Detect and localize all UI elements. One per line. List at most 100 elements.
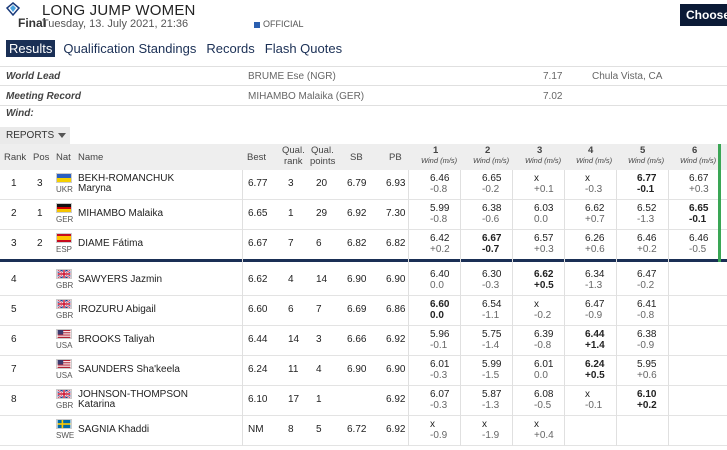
col-attempt-5[interactable]: 5	[640, 145, 645, 156]
qual-points-cell: 7	[316, 304, 322, 315]
rank-cell: 5	[11, 304, 17, 315]
col-attempt-2[interactable]: 2	[485, 145, 490, 156]
attempt-mark: 6.07	[430, 389, 450, 400]
attempt-mark: 5.99	[430, 203, 450, 214]
attempt-wind: -0.1	[585, 400, 603, 411]
col-pos[interactable]: Pos	[33, 152, 49, 163]
choose-button[interactable]: Choose	[680, 4, 727, 26]
attempt-mark: x	[534, 173, 539, 184]
attempt-mark: 6.40	[430, 269, 450, 280]
attempt-mark: 6.46	[430, 173, 450, 184]
col-nat[interactable]: Nat	[56, 152, 71, 163]
tab-results[interactable]: Results	[6, 40, 56, 57]
official-square-icon	[254, 21, 260, 28]
attempt-wind: -0.1	[430, 340, 448, 351]
qual-rank-cell: 1	[288, 208, 294, 219]
medal-separator	[0, 259, 727, 262]
col-wind-label: Wind (m/s)	[680, 156, 717, 165]
athlete-name[interactable]: SAGNIA Khaddi	[78, 424, 149, 435]
col-pb[interactable]: PB	[389, 152, 402, 163]
tab-bar: Results Qualification Standings Records Fla…	[6, 40, 350, 58]
official-badge: OFFICIAL	[254, 19, 304, 29]
athlete-name[interactable]: IROZURU Abigail	[78, 304, 156, 315]
nation-code: GBR	[56, 311, 74, 320]
flag-gbr-icon	[56, 269, 72, 279]
sb-cell: 6.72	[347, 424, 367, 435]
attempt-mark: 6.67	[482, 233, 502, 244]
col-qual-rank-line1[interactable]: Qual.	[282, 145, 305, 156]
pos-cell: 3	[37, 178, 43, 189]
rank-cell: 6	[11, 334, 17, 345]
col-best[interactable]: Best	[247, 152, 266, 163]
col-attempt-1[interactable]: 1	[433, 145, 438, 156]
table-row: 3 2 ESP DIAME Fátima 6.67 7 6 6.82 6.82 6.42 +0.2 6…	[0, 230, 727, 259]
tab-records[interactable]: Records	[204, 40, 256, 57]
col-attempt-3[interactable]: 3	[537, 145, 542, 156]
flag-gbr-icon	[56, 299, 72, 309]
nation-code: SWE	[56, 431, 75, 440]
attempt-mark: 6.62	[585, 203, 605, 214]
qual-rank-cell: 4	[288, 274, 294, 285]
attempt-mark: 6.46	[689, 233, 709, 244]
col-qual-points-line1[interactable]: Qual.	[311, 145, 334, 156]
table-header: Rank Pos Nat Name Best Qual. rank Qual. …	[0, 144, 727, 170]
qual-points-cell: 14	[316, 274, 328, 285]
sb-cell: 6.82	[347, 238, 367, 249]
attempt-wind: -1.3	[637, 214, 655, 225]
attempt-mark: 6.52	[637, 203, 657, 214]
reports-dropdown[interactable]: REPORTS	[0, 127, 70, 144]
attempt-mark: x	[534, 419, 539, 430]
info-label: World Lead	[6, 71, 61, 82]
flag-gbr-icon	[56, 389, 72, 399]
athlete-name[interactable]: DIAME Fátima	[78, 238, 143, 249]
attempt-wind: +0.7	[585, 214, 605, 225]
best-cell: 6.77	[248, 178, 268, 189]
athlete-name[interactable]: SAUNDERS Sha'keela	[78, 364, 180, 375]
col-qual-rank-line2[interactable]: rank	[284, 156, 302, 167]
tab-qualification-standings[interactable]: Qualification Standings	[61, 40, 198, 57]
best-cell: 6.44	[248, 334, 268, 345]
attempt-wind: +0.2	[430, 244, 450, 255]
attempt-wind: -0.3	[430, 400, 448, 411]
attempt-wind: -0.1	[637, 184, 655, 195]
col-sb[interactable]: SB	[350, 152, 363, 163]
event-datetime: Tuesday, 13. July 2021, 21:36	[42, 18, 189, 30]
col-wind-label: Wind (m/s)	[421, 156, 458, 165]
column-divider	[242, 170, 243, 446]
attempt-wind: -0.8	[430, 184, 448, 195]
attempt-wind: -1.3	[585, 280, 603, 291]
attempt-mark: 6.65	[482, 173, 502, 184]
sb-cell: 6.90	[347, 364, 367, 375]
nation-code: GBR	[56, 281, 74, 290]
attempt-mark: 5.87	[482, 389, 502, 400]
table-row: 5 GBR IROZURU Abigail 6.60 6 7 6.69 6.86 6.60 0.0…	[0, 296, 727, 326]
attempt-mark: 6.42	[430, 233, 450, 244]
attempt-mark: 6.60	[430, 299, 450, 310]
table-row: 7 USA SAUNDERS Sha'keela 6.24 11 4 6.90 6.90 6.0…	[0, 356, 727, 386]
col-name[interactable]: Name	[78, 152, 103, 163]
attempt-wind: 0.0	[430, 280, 444, 291]
attempt-wind: -0.7	[482, 244, 500, 255]
flag-swe-icon	[56, 419, 72, 429]
col-attempt-6[interactable]: 6	[692, 145, 697, 156]
attempt-mark: 6.01	[534, 359, 554, 370]
col-attempt-4[interactable]: 4	[588, 145, 593, 156]
info-place: Chula Vista, CA	[592, 71, 663, 82]
qual-rank-cell: 14	[288, 334, 300, 345]
attempt-wind: +0.5	[534, 280, 554, 291]
qual-rank-cell: 8	[288, 424, 294, 435]
attempt-mark: 6.01	[430, 359, 450, 370]
athlete-name[interactable]: BROOKS Taliyah	[78, 334, 155, 345]
athlete-name[interactable]: SAWYERS Jazmin	[78, 274, 162, 285]
tab-flash-quotes[interactable]: Flash Quotes	[263, 40, 344, 57]
attempt-wind: -0.2	[534, 310, 552, 321]
pb-cell: 6.86	[386, 304, 406, 315]
attempt-mark: 6.44	[585, 329, 605, 340]
attempt-wind: -0.9	[637, 340, 655, 351]
col-qual-points-line2[interactable]: points	[310, 156, 335, 167]
col-rank[interactable]: Rank	[4, 152, 26, 163]
best-cell: 6.62	[248, 274, 268, 285]
pb-cell: 6.90	[386, 274, 406, 285]
scroll-indicator[interactable]	[718, 144, 721, 262]
athlete-name[interactable]: MIHAMBO Malaika	[78, 208, 163, 219]
